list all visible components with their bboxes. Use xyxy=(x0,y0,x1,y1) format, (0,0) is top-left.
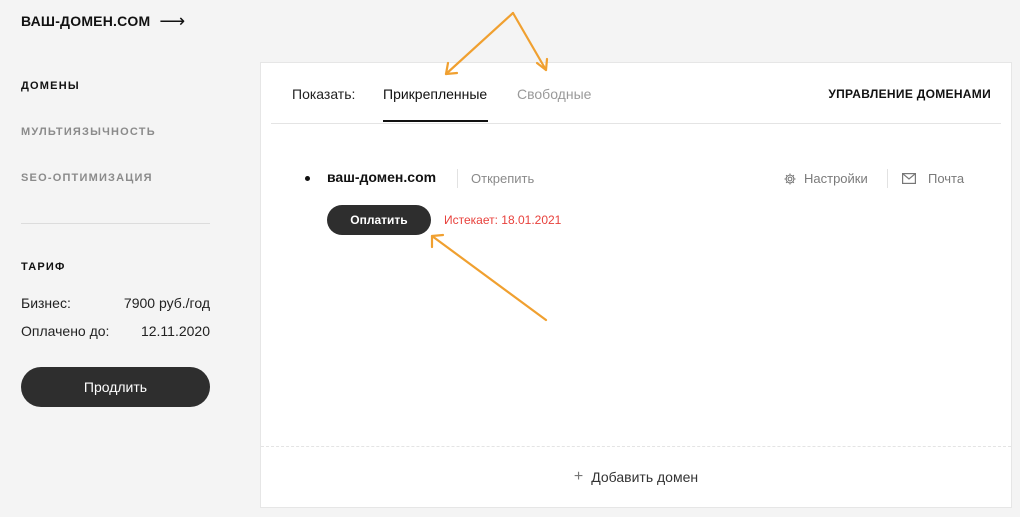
settings-label: Настройки xyxy=(804,171,868,186)
manage-domains-link[interactable]: УПРАВЛЕНИЕ ДОМЕНАМИ xyxy=(828,87,991,101)
tariff-section: ТАРИФ Бизнес: 7900 руб./год Оплачено до:… xyxy=(21,261,210,351)
domain-name: ваш-домен.com xyxy=(327,169,437,185)
site-title-link[interactable]: ВАШ-ДОМЕН.COM ⟶ xyxy=(21,12,185,30)
gear-icon xyxy=(784,172,796,185)
mail-icon xyxy=(902,173,916,184)
tariff-row-plan: Бизнес: 7900 руб./год xyxy=(21,295,210,311)
mail-link[interactable]: Почта xyxy=(902,171,964,186)
plus-icon: + xyxy=(573,468,584,485)
sidebar-item-seo[interactable]: SEO-ОПТИМИЗАЦИЯ xyxy=(21,172,211,186)
tab-free[interactable]: Свободные xyxy=(517,86,591,102)
sidebar-item-domains[interactable]: ДОМЕНЫ xyxy=(21,80,211,94)
renew-button[interactable]: Продлить xyxy=(21,367,210,407)
tariff-paid-label: Оплачено до: xyxy=(21,323,110,339)
domains-panel: Показать: Прикрепленные Свободные УПРАВЛ… xyxy=(260,62,1012,508)
bullet-icon xyxy=(305,176,310,181)
active-tab-indicator xyxy=(383,120,488,122)
site-title: ВАШ-ДОМЕН.COM xyxy=(21,13,151,29)
separator xyxy=(887,169,888,188)
expires-text: Истекает: 18.01.2021 xyxy=(444,213,562,227)
arrow-right-icon: ⟶ xyxy=(159,11,186,31)
tariff-paid-value: 12.11.2020 xyxy=(140,323,210,339)
tariff-row-paid-until: Оплачено до: 12.11.2020 xyxy=(21,323,210,339)
sidebar-item-multilingual[interactable]: МУЛЬТИЯЗЫЧНОСТЬ xyxy=(21,126,211,140)
pay-button[interactable]: Оплатить xyxy=(327,205,431,235)
unpin-link[interactable]: Открепить xyxy=(471,171,534,186)
tabs-bar: Показать: Прикрепленные Свободные УПРАВЛ… xyxy=(271,63,1001,124)
show-label: Показать: xyxy=(292,86,356,102)
domain-row: ваш-домен.com Открепить Настройки Почта xyxy=(305,169,966,189)
tariff-plan-label: Бизнес: xyxy=(21,295,71,311)
separator xyxy=(457,169,458,188)
add-domain-label: Добавить домен xyxy=(591,469,699,485)
tab-attached[interactable]: Прикрепленные xyxy=(383,86,487,102)
add-domain-button[interactable]: + Добавить домен xyxy=(261,446,1011,507)
sidebar-nav: ДОМЕНЫ МУЛЬТИЯЗЫЧНОСТЬ SEO-ОПТИМИЗАЦИЯ xyxy=(21,80,211,218)
tariff-plan-value: 7900 руб./год xyxy=(123,295,210,311)
settings-link[interactable]: Настройки xyxy=(783,171,868,186)
sidebar-divider xyxy=(21,223,210,224)
mail-label: Почта xyxy=(928,171,965,186)
tariff-heading: ТАРИФ xyxy=(21,261,66,273)
